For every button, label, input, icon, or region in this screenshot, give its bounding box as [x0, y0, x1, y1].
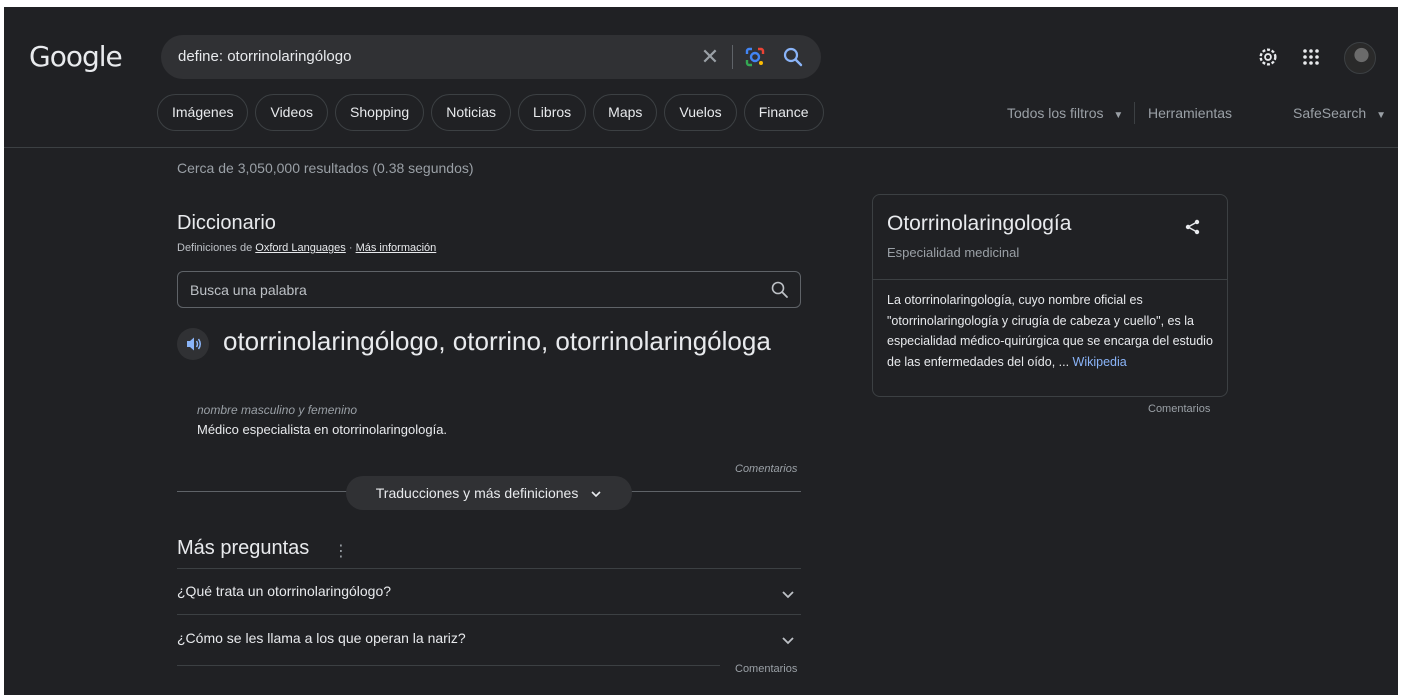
- more-options-icon[interactable]: ⋮: [333, 541, 349, 561]
- part-of-speech: nombre masculino y femenino: [197, 403, 358, 417]
- question-divider: [177, 614, 801, 615]
- share-icon[interactable]: [1183, 217, 1203, 237]
- dictionary-title: Diccionario: [177, 212, 276, 234]
- wikipedia-link[interactable]: Wikipedia: [1073, 355, 1127, 369]
- clear-icon[interactable]: ✕: [697, 44, 723, 70]
- chip-news[interactable]: Noticias: [431, 94, 512, 131]
- gear-icon[interactable]: [1257, 46, 1279, 68]
- safesearch-button[interactable]: SafeSearch ▼: [1293, 105, 1386, 121]
- chip-finance[interactable]: Finance: [743, 94, 824, 131]
- all-filters-label: Todos los filtros: [1007, 105, 1104, 121]
- search-type-chips: Imágenes Videos Shopping Noticias Libros…: [157, 94, 824, 131]
- chip-videos[interactable]: Videos: [255, 94, 329, 131]
- speaker-icon: [187, 337, 201, 351]
- question-divider: [177, 665, 720, 666]
- dictionary-source: Definiciones de Oxford Languages · Más i…: [177, 242, 436, 254]
- chevron-down-icon[interactable]: [780, 586, 796, 602]
- google-logo[interactable]: Google: [29, 40, 123, 73]
- knowledge-panel-subtitle: Especialidad medicinal: [887, 245, 1020, 260]
- translations-label: Traducciones y más definiciones: [375, 485, 579, 501]
- chip-maps[interactable]: Maps: [593, 94, 658, 131]
- word-search-field[interactable]: Busca una palabra: [177, 271, 801, 308]
- knowledge-panel-feedback-link[interactable]: Comentarios: [1148, 403, 1210, 415]
- caret-down-icon: ▼: [1376, 110, 1386, 121]
- word-search-placeholder[interactable]: Busca una palabra: [190, 282, 307, 298]
- search-box[interactable]: define: otorrinolaringólogo ✕: [161, 35, 821, 79]
- google-lens-icon[interactable]: [743, 45, 767, 69]
- tools-button[interactable]: Herramientas: [1148, 105, 1232, 121]
- questions-feedback-link[interactable]: Comentarios: [735, 663, 797, 675]
- account-avatar[interactable]: [1344, 42, 1376, 74]
- pronunciation-speaker-icon[interactable]: [177, 328, 209, 360]
- knowledge-panel-title: Otorrinolaringología: [887, 212, 1072, 235]
- definition-text: Médico especialista en otorrinolaringolo…: [197, 422, 448, 437]
- question-item-2[interactable]: ¿Cómo se les llama a los que operan la n…: [177, 630, 466, 646]
- knowledge-panel-divider: [873, 279, 1227, 280]
- source-prefix: Definiciones de: [177, 242, 253, 254]
- headword: otorrinolaringólogo, otorrino, otorrinol…: [223, 326, 771, 356]
- search-icon[interactable]: [781, 45, 805, 69]
- chip-images[interactable]: Imágenes: [157, 94, 249, 131]
- question-divider: [177, 568, 801, 569]
- result-stats: Cerca de 3,050,000 resultados (0.38 segu…: [177, 160, 474, 176]
- safesearch-label: SafeSearch: [1293, 105, 1367, 121]
- source-separator: ·: [345, 242, 356, 254]
- apps-grid-icon[interactable]: [1301, 47, 1321, 67]
- oxford-languages-link[interactable]: Oxford Languages: [255, 242, 346, 254]
- search-icon[interactable]: [770, 280, 790, 300]
- search-divider: [732, 45, 733, 69]
- all-filters-button[interactable]: Todos los filtros ▼: [1007, 105, 1123, 121]
- caret-down-icon: ▼: [1113, 110, 1124, 121]
- more-info-link[interactable]: Más información: [356, 242, 437, 254]
- filters-divider: [1134, 102, 1135, 124]
- knowledge-panel: Otorrinolaringología Especialidad medici…: [872, 194, 1228, 397]
- chevron-down-icon[interactable]: [780, 632, 796, 648]
- chip-books[interactable]: Libros: [518, 94, 587, 131]
- search-input[interactable]: define: otorrinolaringólogo: [178, 48, 351, 65]
- translations-button[interactable]: Traducciones y más definiciones: [346, 476, 632, 510]
- more-questions-title: Más preguntas: [177, 537, 310, 559]
- results-page: Google define: otorrinolaringólogo ✕ Imá…: [4, 7, 1398, 695]
- chevron-down-icon: [591, 491, 601, 498]
- chip-shopping[interactable]: Shopping: [335, 94, 425, 131]
- description-text: La otorrinolaringología, cuyo nombre ofi…: [887, 293, 1213, 369]
- chip-flights[interactable]: Vuelos: [664, 94, 737, 131]
- header-divider: [4, 147, 1398, 148]
- knowledge-panel-description: La otorrinolaringología, cuyo nombre ofi…: [887, 290, 1217, 372]
- question-item-1[interactable]: ¿Qué trata un otorrinolaringólogo?: [177, 583, 391, 599]
- dictionary-feedback-link[interactable]: Comentarios: [735, 463, 797, 475]
